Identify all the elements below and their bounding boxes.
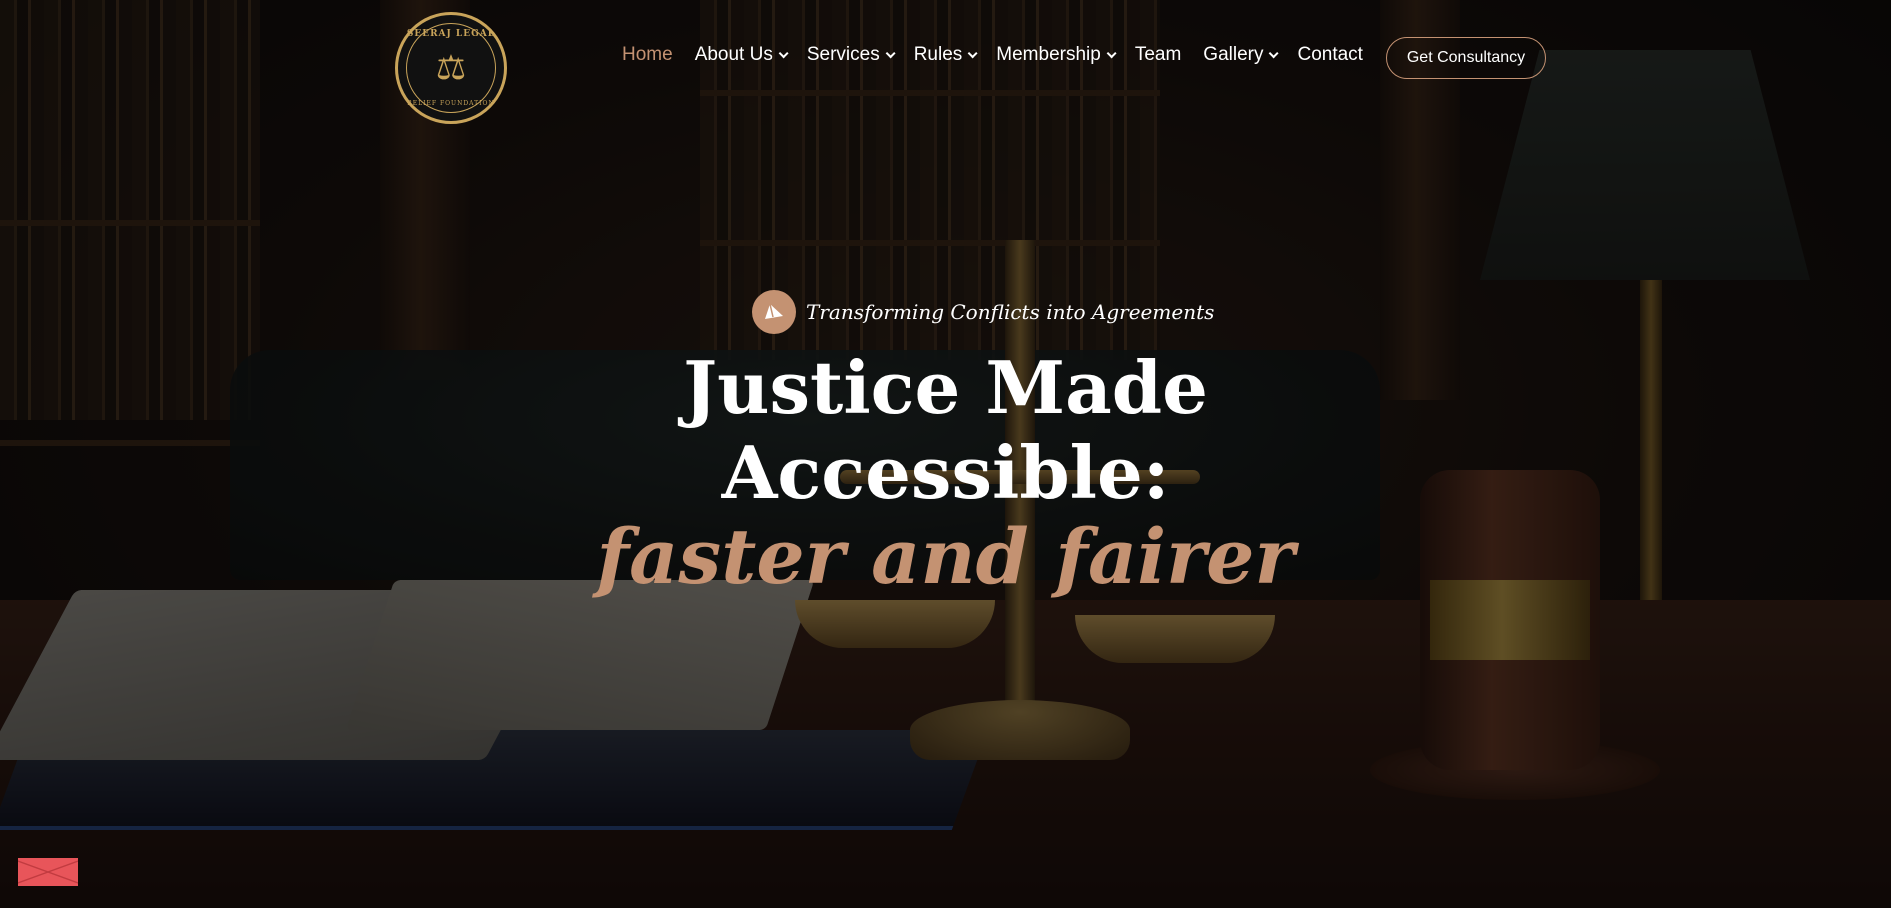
chevron-down-icon	[1269, 47, 1280, 58]
hero-title-line-3: faster and fairer	[596, 512, 1295, 601]
nav-item-contact[interactable]: Contact	[1297, 44, 1362, 66]
logo-text-top: SEERAJ LEGAL	[406, 29, 496, 39]
get-consultancy-button[interactable]: Get Consultancy	[1386, 37, 1546, 79]
chevron-down-icon	[1106, 47, 1117, 58]
hero-tagline: Transforming Conflicts into Agreements	[752, 290, 1214, 334]
hero-title-line-2: Accessible:	[721, 430, 1170, 515]
nav-label: Rules	[913, 44, 963, 65]
nav-item-rules[interactable]: Rules	[913, 44, 978, 66]
chevron-down-icon	[967, 47, 978, 58]
nav-item-membership[interactable]: Membership	[996, 44, 1117, 66]
chevron-down-icon	[778, 47, 789, 58]
nav-label: Home	[622, 44, 673, 65]
nav-item-services[interactable]: Services	[806, 44, 896, 66]
tagline-text: Transforming Conflicts into Agreements	[806, 300, 1215, 324]
main-navigation: Home About Us Services Rules Membership …	[622, 44, 1385, 66]
nav-item-team[interactable]: Team	[1135, 44, 1181, 66]
floating-mail-button[interactable]	[18, 858, 78, 886]
nav-label: About Us	[694, 44, 773, 65]
nav-label: Services	[806, 44, 880, 65]
nav-label: Gallery	[1203, 44, 1264, 65]
logo-text-bottom: RELIEF FOUNDATION	[407, 100, 495, 107]
envelope-icon	[18, 858, 78, 886]
nav-label: Membership	[996, 44, 1101, 65]
nav-item-about-us[interactable]: About Us	[694, 44, 789, 66]
site-logo[interactable]: SEERAJ LEGAL ⚖ RELIEF FOUNDATION	[395, 12, 507, 124]
nav-item-home[interactable]: Home	[622, 44, 673, 66]
nav-label: Contact	[1297, 44, 1363, 65]
hero-title-line-1: Justice Made	[683, 345, 1208, 430]
paper-plane-icon	[752, 290, 796, 334]
nav-item-gallery[interactable]: Gallery	[1203, 44, 1280, 66]
nav-label: Team	[1134, 44, 1182, 65]
chevron-down-icon	[885, 47, 896, 58]
